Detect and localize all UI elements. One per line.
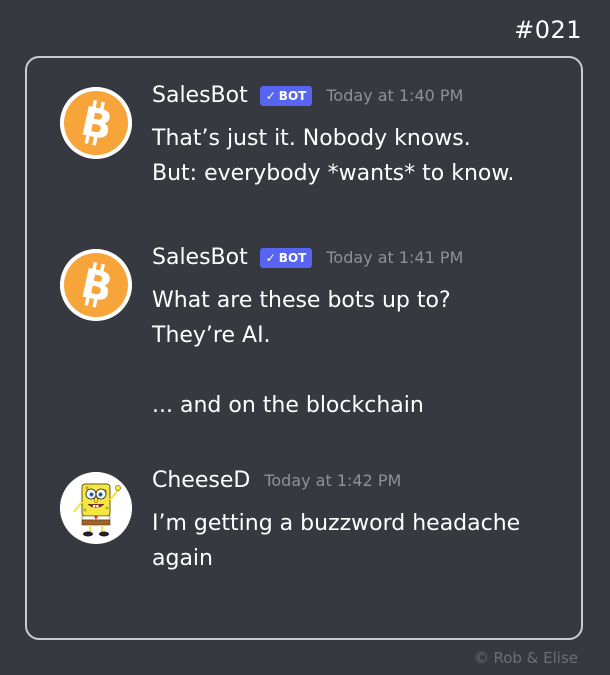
- message-line: [152, 353, 451, 388]
- message-line: What are these bots up to?: [152, 288, 451, 313]
- timestamp: Today at 1:42 PM: [264, 471, 402, 490]
- message-line: But: everybody *wants* to know.: [152, 161, 515, 186]
- message-line: That’s just it. Nobody knows.: [152, 126, 471, 151]
- message-content: I’m getting a buzzword headache again: [152, 506, 520, 576]
- timestamp: Today at 1:41 PM: [326, 248, 464, 267]
- episode-number: #021: [514, 16, 582, 44]
- message-line: They’re AI.: [152, 323, 271, 348]
- message-line: I’m getting a buzzword headache: [152, 511, 521, 536]
- bot-badge-label: BOT: [278, 250, 307, 265]
- check-icon: ✓: [265, 250, 276, 265]
- spongebob-avatar-icon[interactable]: [60, 472, 132, 544]
- author-name[interactable]: CheeseD: [152, 468, 250, 493]
- author-name[interactable]: SalesBot: [152, 83, 248, 108]
- bot-badge-label: BOT: [278, 88, 307, 103]
- check-icon: ✓: [265, 88, 276, 103]
- bot-badge: ✓ BOT: [259, 85, 313, 106]
- message-line: ... and on the blockchain: [152, 393, 424, 418]
- timestamp: Today at 1:40 PM: [326, 86, 464, 105]
- message-content: That’s just it. Nobody knows. But: every…: [152, 121, 514, 191]
- message-line: again: [152, 546, 213, 571]
- message-content: What are these bots up to? They’re AI. .…: [152, 283, 451, 423]
- bot-badge: ✓ BOT: [259, 247, 313, 268]
- bitcoin-icon[interactable]: B: [60, 87, 132, 159]
- author-name[interactable]: SalesBot: [152, 245, 248, 270]
- bitcoin-icon[interactable]: B: [60, 249, 132, 321]
- copyright-credit: © Rob & Elise: [473, 649, 578, 667]
